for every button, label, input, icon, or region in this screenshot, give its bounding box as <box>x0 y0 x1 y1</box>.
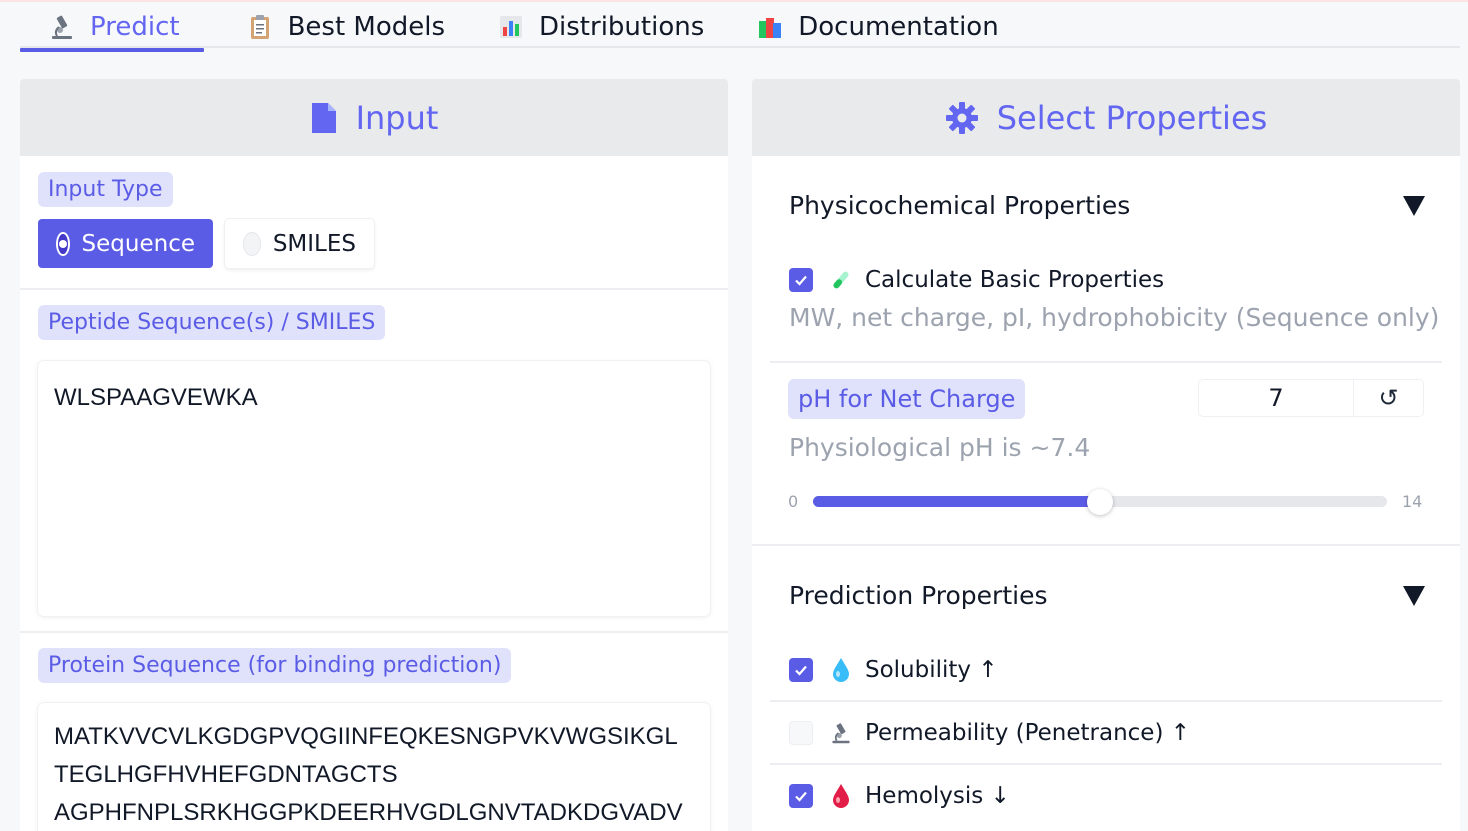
solubility-checkbox[interactable] <box>789 658 813 682</box>
permeability-label: Permeability (Penetrance) ↑ <box>865 720 1191 746</box>
top-accent-line <box>0 0 1468 2</box>
ph-slider[interactable] <box>813 489 1387 515</box>
hemolysis-checkbox[interactable] <box>789 784 813 808</box>
physicochemical-title: Physicochemical Properties <box>789 191 1131 220</box>
separator <box>770 361 1442 363</box>
ph-slider-fill <box>813 496 1100 507</box>
radio-smiles-label: SMILES <box>272 230 356 257</box>
test-tube-icon <box>829 267 853 293</box>
protein-section: Protein Sequence (for binding prediction… <box>38 648 512 683</box>
collapse-triangle-icon[interactable] <box>1403 195 1425 216</box>
tab-documentation[interactable]: Documentation <box>744 6 1010 48</box>
basic-properties-label: Calculate Basic Properties <box>865 267 1165 293</box>
bar-chart-icon <box>497 13 525 41</box>
check-icon <box>795 791 807 802</box>
prediction-item: Permeability (Penetrance) ↑ <box>789 720 1190 746</box>
properties-panel: Select Properties Physicochemical Proper… <box>752 79 1460 831</box>
tab-best-models-label: Best Models <box>287 12 446 42</box>
prediction-accordion-header[interactable]: Prediction Properties <box>789 581 1425 610</box>
peptide-value: WLSPAAGVEWKA <box>54 384 258 411</box>
protein-label: Protein Sequence (for binding prediction… <box>38 648 512 683</box>
ph-hint: Physiological pH is ~7.4 <box>789 433 1091 462</box>
slider-min-label: 0 <box>788 492 799 511</box>
tab-predict[interactable]: Predict <box>20 6 204 52</box>
protein-textarea[interactable]: MATKVVCVLKGDGPVQGIINFEQKESNGPVKVWGSIKGL … <box>38 703 710 831</box>
tab-distributions[interactable]: Distributions <box>485 6 716 48</box>
radio-sequence-label: Sequence <box>81 230 195 257</box>
radio-smiles-dot <box>243 231 261 256</box>
prediction-item: Solubility ↑ <box>789 657 998 683</box>
tab-bar: Predict Best Models Distributions Docume… <box>20 6 1460 52</box>
file-icon <box>310 101 338 135</box>
input-panel-header: Input <box>20 79 728 156</box>
permeability-checkbox[interactable] <box>789 721 813 745</box>
solubility-label: Solubility ↑ <box>865 657 998 683</box>
ph-value: 7 <box>1268 384 1284 412</box>
app-root: Predict Best Models Distributions Docume… <box>0 0 1468 831</box>
basic-properties-checkbox[interactable] <box>789 268 813 292</box>
ph-section: pH for Net Charge <box>788 379 1026 419</box>
radio-smiles[interactable]: SMILES <box>225 219 374 268</box>
basic-properties-description: MW, net charge, pI, hydrophobicity (Sequ… <box>789 303 1440 332</box>
protein-line: MATKVVCVLKGDGPVQGIINFEQKESNGPVKVWGSIKGL <box>54 723 678 750</box>
peptide-label: Peptide Sequence(s) / SMILES <box>38 305 386 340</box>
separator <box>770 700 1442 702</box>
separator <box>770 763 1442 765</box>
input-panel-title: Input <box>355 98 439 137</box>
slider-max-label: 14 <box>1402 492 1423 511</box>
tab-predict-label: Predict <box>90 12 180 42</box>
hemolysis-label: Hemolysis ↓ <box>865 783 1010 809</box>
microscope-icon <box>829 720 853 746</box>
tab-distributions-label: Distributions <box>539 12 705 42</box>
microscope-icon <box>48 13 76 41</box>
ph-slider-handle[interactable] <box>1087 489 1113 515</box>
prediction-item: Hemolysis ↓ <box>789 783 1010 809</box>
properties-panel-title: Select Properties <box>996 98 1268 137</box>
properties-panel-header: Select Properties <box>752 79 1460 156</box>
blood-drop-icon <box>829 783 853 809</box>
input-type-radio-group: Sequence SMILES <box>38 219 374 268</box>
separator <box>20 631 728 633</box>
books-icon <box>756 13 784 41</box>
input-type-label: Input Type <box>38 172 173 207</box>
check-icon <box>795 275 807 286</box>
separator <box>752 544 1460 546</box>
basic-properties-row: Calculate Basic Properties <box>789 267 1164 293</box>
ph-number-input[interactable]: 7 ↺ <box>1199 380 1423 416</box>
radio-sequence[interactable]: Sequence <box>38 219 213 268</box>
input-type-section: Input Type Sequence SMILES <box>38 172 374 268</box>
protein-line: AGPHFNPLSRKHGGPKDEERHVGDLGNVTADKDGVADV <box>54 799 683 826</box>
check-icon <box>795 665 807 676</box>
separator <box>20 288 728 290</box>
gear-icon <box>945 101 979 135</box>
peptide-section: Peptide Sequence(s) / SMILES <box>38 305 386 340</box>
input-panel: Input Input Type Sequence SMILES Peptide… <box>20 79 728 831</box>
tab-best-models[interactable]: Best Models <box>234 6 457 48</box>
prediction-title: Prediction Properties <box>789 581 1048 610</box>
droplet-icon <box>829 657 853 683</box>
ph-label: pH for Net Charge <box>788 379 1026 419</box>
collapse-triangle-icon[interactable] <box>1403 585 1425 606</box>
physicochemical-accordion-header[interactable]: Physicochemical Properties <box>789 191 1425 220</box>
radio-sequence-dot <box>56 231 70 256</box>
protein-line: TEGLHGFHVHEFGDNTAGCTS <box>54 761 398 788</box>
reset-icon[interactable]: ↺ <box>1353 380 1423 416</box>
tab-documentation-label: Documentation <box>798 12 999 42</box>
peptide-textarea[interactable]: WLSPAAGVEWKA <box>38 361 710 616</box>
clipboard-icon <box>246 13 274 41</box>
